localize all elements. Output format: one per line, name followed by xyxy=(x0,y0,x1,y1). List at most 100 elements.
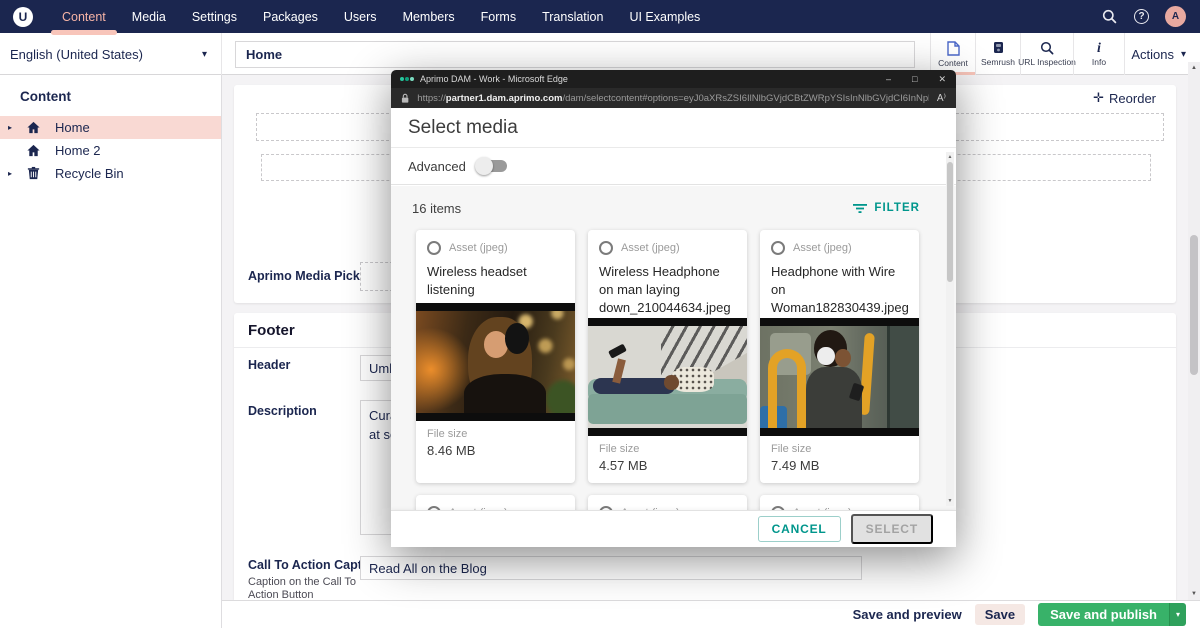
nav-item-content[interactable]: Content xyxy=(49,0,119,33)
info-icon: i xyxy=(1097,42,1101,55)
browser-address-bar[interactable]: https://partner1.dam.aprimo.com/dam/sele… xyxy=(391,88,956,108)
app-tab-label: Content xyxy=(938,58,968,68)
advanced-toggle[interactable] xyxy=(477,160,507,172)
top-nav: U Content Media Settings Packages Users … xyxy=(0,0,1200,33)
asset-title: Wireless headset listening xyxy=(427,263,564,301)
save-and-publish-button[interactable]: Save and publish ▾ xyxy=(1038,603,1186,626)
nav-item-forms[interactable]: Forms xyxy=(468,0,529,33)
media-picker-body: Select media Advanced 16 items FILTER xyxy=(391,108,956,547)
caret-right-icon[interactable]: ▸ xyxy=(8,123,12,132)
asset-card[interactable]: Asset (jpeg) Headphone with Wire on Woma… xyxy=(760,230,919,483)
tree-item-recycle-bin[interactable]: ▸ Recycle Bin xyxy=(0,162,221,185)
home-icon xyxy=(26,120,41,135)
actions-dropdown[interactable]: Actions ▾ xyxy=(1131,33,1186,75)
asset-radio[interactable] xyxy=(771,241,785,255)
app-tab-content[interactable]: Content xyxy=(930,33,975,75)
picker-scroll-area: Advanced 16 items FILTER xyxy=(391,148,956,510)
nav-item-packages[interactable]: Packages xyxy=(250,0,331,33)
advanced-row: Advanced xyxy=(391,148,956,185)
picker-scrollbar[interactable]: ▲ ▼ xyxy=(946,152,954,506)
tree-item-home[interactable]: ▸ Home xyxy=(0,116,221,139)
close-icon[interactable]: ✕ xyxy=(938,75,946,84)
asset-thumbnail[interactable] xyxy=(588,318,747,436)
nav-item-settings[interactable]: Settings xyxy=(179,0,250,33)
actions-label: Actions xyxy=(1131,47,1174,62)
save-and-preview-button[interactable]: Save and preview xyxy=(853,607,962,622)
chevron-down-icon: ▾ xyxy=(1181,49,1186,60)
app-tab-label: Info xyxy=(1092,57,1106,67)
home-icon xyxy=(26,143,41,158)
tree-item-label: Home xyxy=(0,120,90,135)
lock-icon xyxy=(401,93,409,104)
language-selector[interactable]: English (United States) ▾ xyxy=(0,33,222,75)
header-field-label: Header xyxy=(248,358,290,372)
save-and-publish-label[interactable]: Save and publish xyxy=(1038,603,1169,626)
node-name-input[interactable]: Home xyxy=(235,41,915,68)
app-tab-info[interactable]: i Info xyxy=(1073,33,1125,75)
scroll-down-icon[interactable]: ▼ xyxy=(946,498,954,504)
nav-item-translation[interactable]: Translation xyxy=(529,0,616,33)
scrollbar-thumb[interactable] xyxy=(947,162,953,282)
toggle-knob[interactable] xyxy=(475,157,493,175)
cta-caption-input[interactable]: Read All on the Blog xyxy=(360,556,862,580)
advanced-label: Advanced xyxy=(408,159,466,174)
asset-thumbnail[interactable] xyxy=(760,318,919,436)
scrollbar-thumb[interactable] xyxy=(1190,235,1198,375)
file-size-label: File size xyxy=(771,443,908,455)
app-tab-label: Semrush xyxy=(981,57,1015,67)
app-tab-url-inspection[interactable]: URL Inspection xyxy=(1020,33,1073,75)
cta-caption-help: Caption on the Call To xyxy=(248,576,356,588)
move-icon: ✛ xyxy=(1093,90,1104,106)
asset-type: Asset (jpeg) xyxy=(621,242,680,254)
file-size-value: 7.49 MB xyxy=(771,458,908,473)
filter-icon xyxy=(853,203,867,214)
nav-item-media[interactable]: Media xyxy=(119,0,179,33)
help-icon[interactable]: ? xyxy=(1134,9,1149,24)
nav-item-ui-examples[interactable]: UI Examples xyxy=(616,0,713,33)
select-button[interactable]: SELECT xyxy=(851,514,933,544)
asset-photo xyxy=(760,326,919,428)
tree-item-home-2[interactable]: Home 2 xyxy=(0,139,221,162)
asset-card[interactable]: Asset (jpeg) Wireless headset listening … xyxy=(416,230,575,483)
page-scrollbar[interactable]: ▲ ▼ xyxy=(1188,62,1200,600)
app-tab-semrush[interactable]: Semrush xyxy=(975,33,1020,75)
asset-card[interactable]: Asset (jpeg) xyxy=(760,495,919,510)
window-title-bar[interactable]: Aprimo DAM - Work - Microsoft Edge – □ ✕ xyxy=(391,70,956,88)
publish-options-caret-icon[interactable]: ▾ xyxy=(1169,603,1186,626)
asset-card[interactable]: Asset (jpeg) Wireless Headphone on man l… xyxy=(588,230,747,483)
umbraco-logo-icon[interactable]: U xyxy=(13,7,33,27)
reorder-button[interactable]: ✛ Reorder xyxy=(1093,90,1156,106)
file-size-label: File size xyxy=(599,443,736,455)
save-button[interactable]: Save xyxy=(975,604,1025,625)
search-icon[interactable] xyxy=(1100,8,1118,26)
scroll-up-icon[interactable]: ▲ xyxy=(1188,65,1200,71)
read-aloud-icon[interactable]: A⁾ xyxy=(937,93,946,104)
content-apps: Content Semrush URL Inspection i Info xyxy=(930,33,1125,75)
minimize-icon[interactable]: – xyxy=(886,75,891,84)
items-count: 16 items xyxy=(412,201,461,216)
file-size-value: 8.46 MB xyxy=(427,443,564,458)
filter-button[interactable]: FILTER xyxy=(853,202,920,214)
asset-card[interactable]: Asset (jpeg) xyxy=(416,495,575,510)
nav-item-members[interactable]: Members xyxy=(390,0,468,33)
nav-item-users[interactable]: Users xyxy=(331,0,390,33)
scroll-down-icon[interactable]: ▼ xyxy=(1188,591,1200,597)
aprimo-favicon xyxy=(400,77,414,81)
asset-radio[interactable] xyxy=(427,241,441,255)
trash-icon xyxy=(26,166,41,181)
file-size-value: 4.57 MB xyxy=(599,458,736,473)
asset-radio[interactable] xyxy=(599,241,613,255)
cancel-button[interactable]: CANCEL xyxy=(758,516,841,542)
maximize-icon[interactable]: □ xyxy=(912,75,917,84)
content-tree-sidebar: Content ▸ Home Home 2 ▸ Recycle Bin xyxy=(0,75,222,628)
user-avatar[interactable]: A xyxy=(1165,6,1186,27)
language-label: English (United States) xyxy=(10,47,143,62)
aprimo-picker-label: Aprimo Media Picker xyxy=(248,269,372,283)
asset-photo xyxy=(416,311,575,413)
caret-right-icon[interactable]: ▸ xyxy=(8,169,12,178)
picker-title: Select media xyxy=(391,108,956,148)
chevron-down-icon: ▾ xyxy=(202,49,207,60)
asset-thumbnail[interactable] xyxy=(416,303,575,421)
asset-card[interactable]: Asset (jpeg) xyxy=(588,495,747,510)
scroll-up-icon[interactable]: ▲ xyxy=(946,154,954,160)
